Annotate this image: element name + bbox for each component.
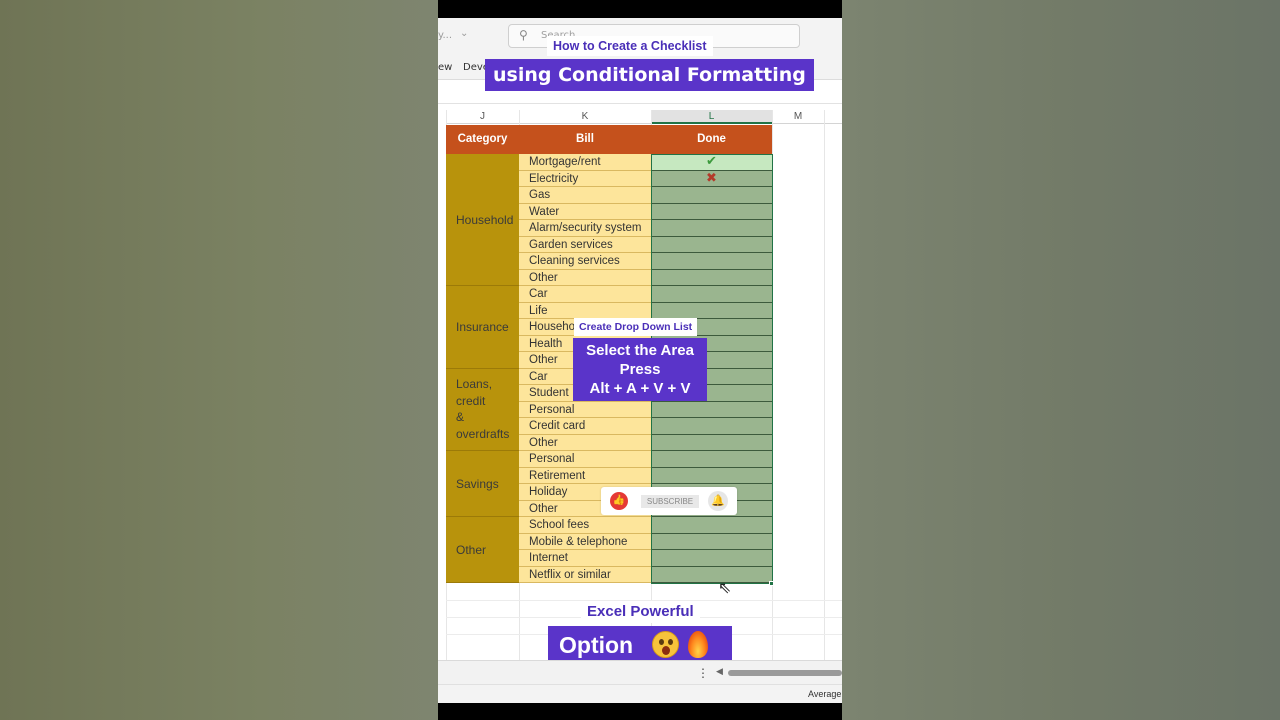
category-line: Loans,	[456, 377, 493, 392]
more-options-icon[interactable]: ⋮	[697, 666, 709, 680]
done-cell[interactable]	[651, 203, 772, 220]
bill-cell[interactable]: Retirement	[519, 467, 651, 484]
tip-heading: Create Drop Down List	[574, 318, 698, 336]
bill-cell[interactable]: Life	[519, 302, 651, 319]
tip-line: Alt + A + V + V	[589, 380, 691, 397]
done-cell[interactable]: ✖	[651, 170, 772, 187]
subscribe-overlay: 👍 SUBSCRIBE 🔔	[601, 487, 737, 515]
caption-big: Option	[548, 626, 732, 664]
check-icon: ✔	[706, 154, 717, 169]
header-done[interactable]: Done	[651, 125, 772, 154]
bill-cell[interactable]: Netflix or similar	[519, 566, 651, 583]
category-label: Household	[456, 212, 514, 227]
horizontal-scrollbar[interactable]	[728, 670, 842, 676]
video-frame: y... ⌄ ⚲ Search ew Deve J K L M Category…	[438, 0, 842, 720]
mouse-cursor-icon: ⇖	[718, 578, 732, 597]
bill-cell[interactable]: Gas	[519, 187, 651, 204]
done-cell[interactable]	[651, 401, 772, 418]
category-cell[interactable]: Loans, credit & overdrafts	[446, 368, 519, 451]
file-name[interactable]: y...	[438, 30, 452, 41]
done-cell[interactable]	[651, 236, 772, 253]
search-icon: ⚲	[519, 28, 528, 42]
done-cell[interactable]	[651, 418, 772, 435]
bell-icon[interactable]: 🔔	[708, 491, 728, 511]
done-cell[interactable]	[651, 187, 772, 204]
bill-cell[interactable]: Credit card	[519, 418, 651, 435]
chevron-down-icon[interactable]: ⌄	[460, 28, 468, 39]
category-line: overdrafts	[456, 426, 510, 441]
eye	[668, 639, 673, 645]
done-cell[interactable]	[651, 253, 772, 270]
done-cell[interactable]	[651, 566, 772, 583]
bill-cell[interactable]: Water	[519, 203, 651, 220]
bill-cell[interactable]: Car	[519, 286, 651, 303]
tip-line: Select the Area	[586, 342, 694, 359]
status-average: Average:	[808, 689, 842, 699]
fire-icon	[688, 631, 708, 658]
bill-cell[interactable]: Garden services	[519, 236, 651, 253]
mouth	[662, 646, 670, 655]
bill-cell[interactable]: Mortgage/rent	[519, 154, 651, 171]
done-cell[interactable]	[651, 517, 772, 534]
scroll-left-icon[interactable]: ◀	[716, 667, 723, 677]
tip-instructions: Select the Area Press Alt + A + V + V	[573, 338, 707, 401]
menu-view[interactable]: ew	[438, 62, 452, 73]
category-cell[interactable]: Other	[446, 517, 519, 583]
video-title-big: using Conditional Formatting	[485, 59, 814, 91]
column-header-l[interactable]: L	[651, 110, 772, 124]
bill-cell[interactable]: Other	[519, 269, 651, 286]
background-left	[0, 0, 438, 720]
category-cell[interactable]: Insurance	[446, 286, 519, 369]
header-category[interactable]: Category	[446, 125, 519, 154]
done-cell[interactable]	[651, 220, 772, 237]
header-bill[interactable]: Bill	[519, 125, 651, 154]
gridline	[772, 110, 773, 660]
bill-cell[interactable]: Other	[519, 434, 651, 451]
cross-icon: ✖	[706, 170, 717, 186]
category-label: Savings	[456, 476, 499, 491]
caption-small: Excel Powerful	[581, 601, 700, 623]
done-cell[interactable]	[651, 286, 772, 303]
bill-cell[interactable]: Internet	[519, 550, 651, 567]
bill-cell[interactable]: Electricity	[519, 170, 651, 187]
thumbs-up-icon[interactable]: 👍	[610, 492, 628, 510]
category-label: Other	[456, 542, 487, 557]
column-header-k[interactable]: K	[519, 110, 651, 124]
bill-cell[interactable]: Mobile & telephone	[519, 533, 651, 550]
letterbox-top	[438, 0, 842, 18]
bill-cell[interactable]: Personal	[519, 401, 651, 418]
done-cell[interactable]	[651, 550, 772, 567]
done-cell[interactable]	[651, 302, 772, 319]
done-cell[interactable]	[651, 434, 772, 451]
column-headers: J K L M	[446, 110, 842, 124]
video-title-small: How to Create a Checklist	[547, 36, 713, 56]
column-header-m[interactable]: M	[772, 110, 824, 124]
caption-big-text: Option	[559, 632, 634, 658]
gridline	[824, 110, 825, 660]
category-line: &	[456, 410, 465, 425]
column-header-j[interactable]: J	[446, 110, 519, 124]
done-cell[interactable]	[651, 269, 772, 286]
letterbox-bottom	[438, 703, 842, 720]
category-label: Insurance	[456, 319, 509, 334]
category-cell[interactable]: Savings	[446, 451, 519, 517]
status-bar: Average:	[438, 684, 842, 703]
sheet-tab-bar: ⋮ ◀	[438, 660, 842, 684]
astonished-face-icon	[652, 631, 679, 658]
bill-cell[interactable]: Alarm/security system	[519, 220, 651, 237]
subscribe-button[interactable]: SUBSCRIBE	[641, 495, 699, 508]
category-line: credit	[456, 393, 486, 408]
category-cell[interactable]: Household	[446, 154, 519, 286]
fill-handle[interactable]	[769, 581, 774, 586]
done-cell[interactable]	[651, 451, 772, 468]
done-cell[interactable]	[651, 533, 772, 550]
bill-cell[interactable]: Cleaning services	[519, 253, 651, 270]
bill-cell[interactable]: Personal	[519, 451, 651, 468]
done-cell[interactable]: ✔	[651, 154, 772, 171]
done-cell[interactable]	[651, 467, 772, 484]
tip-line: Press	[619, 361, 661, 378]
background-right	[842, 0, 1280, 720]
eye	[659, 639, 664, 645]
bill-cell[interactable]: School fees	[519, 517, 651, 534]
